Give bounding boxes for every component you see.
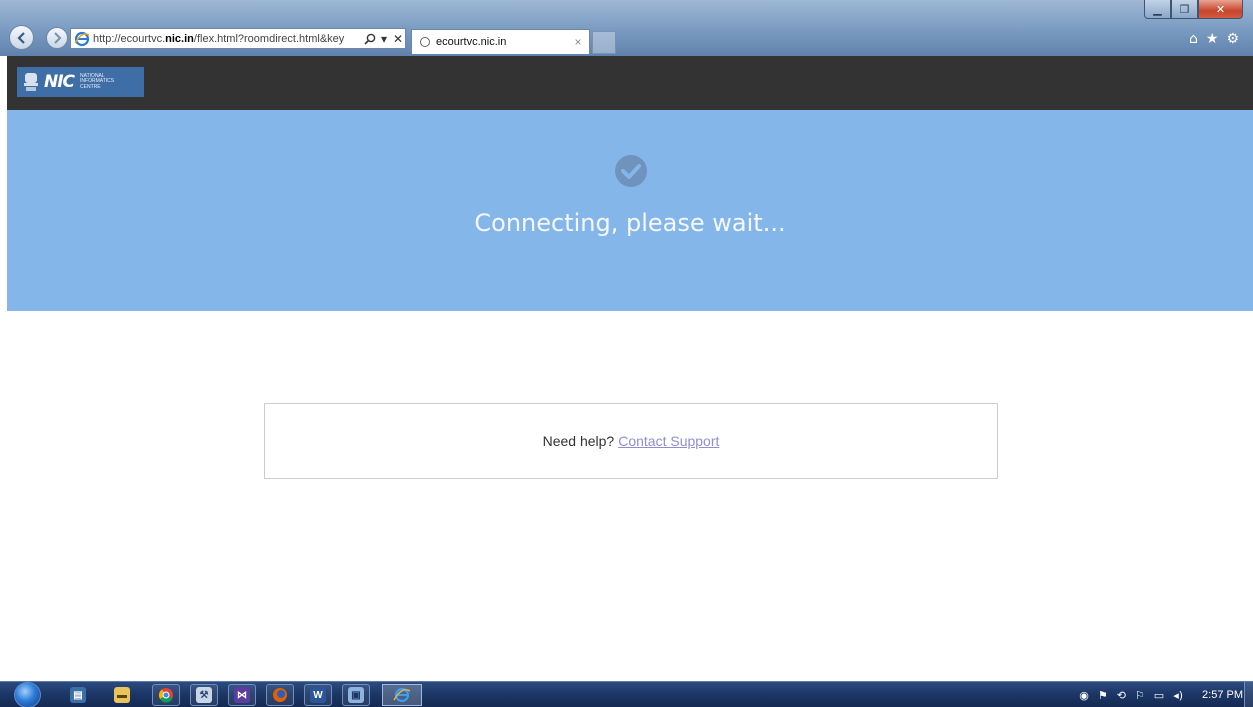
word-icon[interactable]: W bbox=[304, 684, 332, 706]
tools-icon[interactable]: ⚒ bbox=[190, 684, 218, 706]
system-tray: ◉ ⚑ ⟲ ⚐ ▭ ◂) 2:57 PM bbox=[1079, 686, 1243, 704]
forward-button[interactable] bbox=[46, 27, 68, 49]
file-explorer-icon[interactable]: ▬ bbox=[108, 684, 136, 706]
server-manager-icon[interactable]: ▤ bbox=[64, 684, 92, 706]
clock[interactable]: 2:57 PM bbox=[1202, 689, 1243, 701]
stop-icon[interactable]: ✕ bbox=[391, 31, 405, 47]
home-icon[interactable]: ⌂ bbox=[1189, 31, 1198, 47]
action-center-flag-icon[interactable]: ⚐ bbox=[1135, 689, 1145, 702]
firefox-icon[interactable] bbox=[266, 684, 294, 706]
browser-chrome: http://ecourtvc.nic.in/flex.html?roomdir… bbox=[0, 0, 1253, 56]
arrow-right-icon bbox=[54, 32, 62, 44]
display-icon[interactable]: ▭ bbox=[1154, 689, 1164, 702]
minimize-button[interactable]: ▁ bbox=[1144, 0, 1171, 19]
tab-close-icon[interactable]: × bbox=[571, 35, 585, 49]
nic-logo[interactable]: NIC NATIONAL INFORMATICS CENTRE bbox=[17, 67, 144, 97]
visual-studio-icon[interactable]: ⋈ bbox=[228, 684, 256, 706]
show-desktop-button[interactable] bbox=[1244, 682, 1253, 707]
volume-icon[interactable]: ◂) bbox=[1173, 689, 1183, 702]
logo-subtitle: NATIONAL INFORMATICS CENTRE bbox=[80, 72, 115, 90]
status-message: Connecting, please wait... bbox=[474, 209, 786, 237]
contact-support-link[interactable]: Contact Support bbox=[618, 433, 719, 449]
network-icon[interactable]: ◉ bbox=[1079, 689, 1089, 702]
start-button[interactable] bbox=[14, 682, 41, 707]
security-icon[interactable]: ⚑ bbox=[1098, 689, 1108, 702]
maximize-button[interactable]: ❐ bbox=[1171, 0, 1198, 19]
browser-toolbar-icons: ⌂ ★ ⚙ bbox=[1189, 31, 1239, 47]
address-bar[interactable]: http://ecourtvc.nic.in/flex.html?roomdir… bbox=[70, 28, 406, 49]
url-text: http://ecourtvc.nic.in/flex.html?roomdir… bbox=[93, 32, 345, 45]
logo-text: NIC bbox=[44, 72, 75, 92]
emblem-icon bbox=[24, 73, 38, 91]
tab-label: ecourtvc.nic.in bbox=[436, 36, 507, 48]
gear-icon[interactable]: ⚙ bbox=[1226, 31, 1239, 47]
search-icon[interactable] bbox=[363, 31, 377, 47]
remote-desktop-icon[interactable]: ▣ bbox=[342, 684, 370, 706]
sync-icon[interactable]: ⟲ bbox=[1117, 689, 1126, 702]
tab-ecourtvc[interactable]: ecourtvc.nic.in × bbox=[411, 29, 590, 54]
close-button[interactable]: ✕ bbox=[1198, 0, 1243, 19]
chrome-icon[interactable] bbox=[152, 684, 180, 706]
loading-icon bbox=[420, 37, 430, 47]
site-header: NIC NATIONAL INFORMATICS CENTRE bbox=[7, 56, 1253, 110]
back-button[interactable] bbox=[9, 25, 34, 50]
help-prompt: Need help? bbox=[542, 433, 615, 449]
favorites-star-icon[interactable]: ★ bbox=[1206, 31, 1219, 47]
new-tab-button[interactable] bbox=[592, 31, 616, 54]
internet-explorer-icon[interactable] bbox=[382, 684, 422, 706]
dropdown-icon[interactable]: ▾ bbox=[377, 31, 391, 47]
window-controls: ▁ ❐ ✕ bbox=[1144, 0, 1243, 19]
help-box: Need help? Contact Support bbox=[264, 403, 998, 479]
ie-page-icon bbox=[74, 31, 90, 46]
status-banner: Connecting, please wait... bbox=[7, 110, 1253, 311]
check-circle-icon bbox=[615, 155, 647, 187]
taskbar: ▤ ▬ ⚒ ⋈ W ▣ ◉ ⚑ ⟲ ⚐ ▭ ◂) 2:57 PM bbox=[0, 681, 1253, 707]
arrow-left-icon bbox=[16, 31, 25, 44]
